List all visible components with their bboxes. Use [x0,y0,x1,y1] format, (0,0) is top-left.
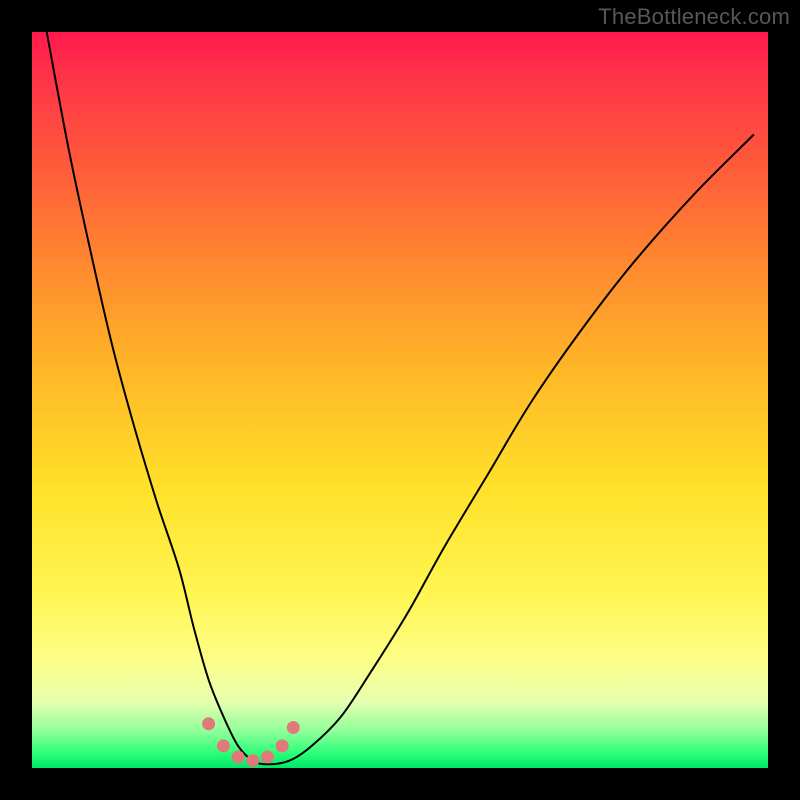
curve-svg [32,32,768,768]
curve-marker [202,717,215,730]
curve-marker [276,739,289,752]
bottleneck-curve [47,32,754,764]
curve-marker [232,751,245,764]
curve-marker [261,751,274,764]
marker-group [202,717,300,767]
plot-area [32,32,768,768]
curve-marker [287,721,300,734]
chart-frame: TheBottleneck.com [0,0,800,800]
watermark-text: TheBottleneck.com [598,4,790,30]
curve-marker [246,754,259,767]
curve-marker [217,739,230,752]
